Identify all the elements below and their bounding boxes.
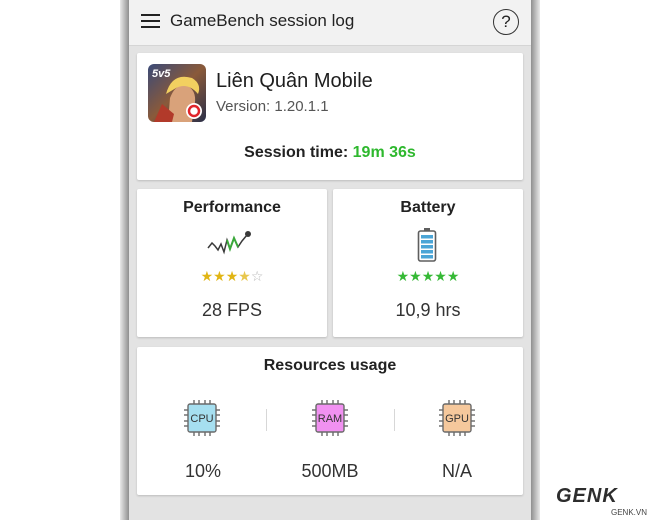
hamburger-menu-icon[interactable] <box>141 14 160 29</box>
resources-card: Resources usage CPU 10% RAM 500MB GPU N/… <box>137 347 523 495</box>
watermark-main: GENK <box>556 485 618 507</box>
resource-divider <box>266 409 267 431</box>
resource-divider <box>394 409 395 431</box>
game-icon-label: 5v5 <box>152 68 171 80</box>
battery-rating-stars: ★★★★★ <box>333 268 523 285</box>
watermark-sub: GENK.VN <box>611 508 648 517</box>
gpu-chip-icon: GPU <box>438 399 476 442</box>
ram-chip-icon: RAM <box>311 399 349 442</box>
session-time-value: 19m 36s <box>352 144 416 161</box>
performance-graph-icon <box>207 229 255 264</box>
rating-star-icon: ★ <box>200 268 214 284</box>
phone-screen: GameBench session log ? 5v5 Liên Quân Mo… <box>129 0 531 520</box>
session-time: Session time: 19m 36s <box>137 144 523 162</box>
rating-star-icon: ★ <box>238 268 251 284</box>
rating-star-icon: ★ <box>446 268 460 284</box>
battery-title: Battery <box>400 199 456 216</box>
question-mark-icon[interactable]: ? <box>493 9 519 35</box>
phone-bezel-right <box>531 0 540 520</box>
performance-title: Performance <box>183 199 281 216</box>
battery-value: 10,9 hrs <box>395 300 461 320</box>
resources-title: Resources usage <box>263 357 397 374</box>
game-app-icon: 5v5 <box>148 64 206 122</box>
session-time-label: Session time: <box>244 144 349 161</box>
background-right <box>532 0 660 520</box>
rating-star-icon: ★ <box>396 268 410 284</box>
game-info-card: 5v5 Liên Quân Mobile Version: 1.20.1.1 S… <box>137 53 523 180</box>
rating-star-icon: ☆ <box>250 268 264 284</box>
gpu-value: N/A <box>441 461 472 481</box>
gpu-chip-label: GPU <box>445 413 469 425</box>
phone-bezel-left <box>120 0 129 520</box>
ram-value: 500MB <box>301 461 359 481</box>
rating-star-icon: ★ <box>213 268 226 284</box>
battery-card[interactable]: Battery ★★★★★ 10,9 hrs <box>333 189 523 337</box>
ram-chip-label: RAM <box>318 413 342 425</box>
game-title: Liên Quân Mobile <box>216 70 373 92</box>
rating-star-icon: ★ <box>409 268 422 284</box>
rating-star-icon: ★ <box>421 268 435 284</box>
rating-star-icon: ★ <box>225 268 239 284</box>
performance-card[interactable]: Performance ★★★★☆ 28 FPS <box>137 189 327 337</box>
performance-rating-stars: ★★★★☆ <box>137 268 327 285</box>
game-version: Version: 1.20.1.1 <box>216 98 329 115</box>
rating-star-icon: ★ <box>434 268 447 284</box>
background-left <box>0 0 128 520</box>
app-bar: GameBench session log ? <box>129 0 531 46</box>
app-bar-title: GameBench session log <box>170 11 355 30</box>
battery-icon <box>417 227 437 268</box>
cpu-chip-icon: CPU <box>183 399 221 442</box>
cpu-value: 10% <box>184 461 222 481</box>
genk-watermark-logo: GENK GENK.VN <box>556 485 660 520</box>
cpu-chip-label: CPU <box>190 413 213 425</box>
performance-value: 28 FPS <box>201 300 263 320</box>
